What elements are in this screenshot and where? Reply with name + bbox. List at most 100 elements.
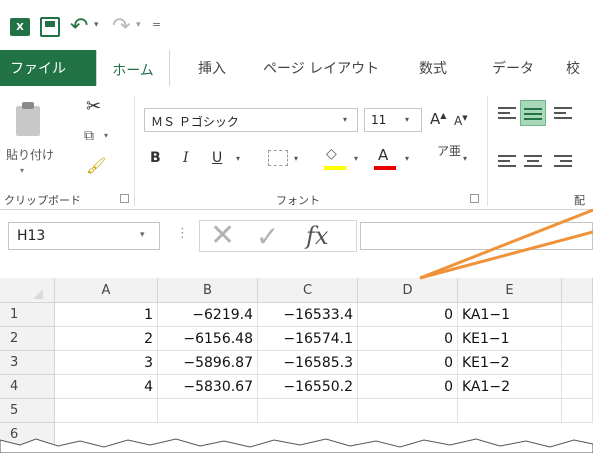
- font-size-dropdown-icon[interactable]: ▾: [405, 115, 409, 124]
- bold-button[interactable]: B: [150, 150, 161, 166]
- table-cell[interactable]: −5896.87: [158, 351, 258, 375]
- table-cell[interactable]: 3: [55, 351, 158, 375]
- tab-home[interactable]: ホーム: [96, 50, 170, 90]
- cancel-entry-icon[interactable]: ✕: [210, 218, 235, 253]
- tab-file[interactable]: ファイル: [10, 50, 66, 86]
- row-header-5[interactable]: 5: [0, 399, 55, 423]
- table-cell[interactable]: [358, 399, 458, 423]
- borders-icon[interactable]: [268, 150, 288, 166]
- confirm-entry-icon[interactable]: ✓: [256, 220, 279, 253]
- redo-dropdown-icon[interactable]: ▾: [136, 20, 141, 30]
- font-color-dropdown-icon[interactable]: ▾: [405, 154, 409, 163]
- table-cell[interactable]: [562, 303, 593, 327]
- copy-dropdown-icon[interactable]: ▾: [104, 131, 108, 140]
- fill-color-dropdown-icon[interactable]: ▾: [354, 154, 358, 163]
- table-cell[interactable]: [562, 351, 593, 375]
- insert-function-icon[interactable]: fx: [306, 222, 328, 250]
- row-header-4[interactable]: 4: [0, 375, 55, 399]
- name-box[interactable]: H13: [8, 222, 160, 250]
- column-header-b[interactable]: B: [158, 278, 258, 303]
- formula-bar-grip-icon[interactable]: ⋮: [176, 226, 189, 241]
- font-color-icon[interactable]: A: [378, 146, 388, 164]
- borders-dropdown-icon[interactable]: ▾: [294, 154, 298, 163]
- align-right-icon[interactable]: [554, 152, 572, 170]
- table-cell[interactable]: −6156.48: [158, 327, 258, 351]
- row-header-2[interactable]: 2: [0, 327, 55, 351]
- table-cell[interactable]: 1: [55, 303, 158, 327]
- table-cell[interactable]: KE1−1: [458, 327, 562, 351]
- table-cell[interactable]: −16574.1: [258, 327, 358, 351]
- column-header-e[interactable]: E: [458, 278, 562, 303]
- table-cell[interactable]: [158, 399, 258, 423]
- align-center-icon[interactable]: [524, 152, 542, 170]
- font-name-dropdown-icon[interactable]: ▾: [343, 115, 347, 124]
- font-name-select[interactable]: ＭＳ Ｐゴシック: [144, 108, 358, 132]
- table-cell[interactable]: −6219.4: [158, 303, 258, 327]
- name-box-dropdown-icon[interactable]: ▾: [140, 230, 145, 240]
- table-cell[interactable]: −16533.4: [258, 303, 358, 327]
- column-header-d[interactable]: D: [358, 278, 458, 303]
- font-size-select[interactable]: 11: [364, 108, 422, 132]
- table-cell[interactable]: KA1−2: [458, 375, 562, 399]
- cut-icon[interactable]: ✂: [86, 96, 101, 117]
- customize-qat-icon[interactable]: =: [152, 18, 161, 31]
- clipboard-clip-icon: [22, 102, 34, 109]
- paste-dropdown-icon[interactable]: ▾: [20, 166, 24, 175]
- align-bottom-icon[interactable]: [554, 104, 572, 120]
- clipboard-launcher-icon[interactable]: [120, 194, 129, 203]
- fill-color-swatch: [324, 166, 346, 170]
- format-painter-icon[interactable]: 🖌: [86, 156, 106, 175]
- group-label-font: フォント: [276, 194, 320, 207]
- shrink-font-icon[interactable]: A▼: [454, 114, 468, 128]
- table-cell[interactable]: −5830.67: [158, 375, 258, 399]
- redo-icon[interactable]: ↷: [112, 14, 130, 39]
- column-header-f[interactable]: [562, 278, 593, 303]
- column-header-c[interactable]: C: [258, 278, 358, 303]
- save-icon[interactable]: [40, 17, 60, 37]
- align-left-icon[interactable]: [498, 152, 516, 170]
- torn-paper-edge: [0, 438, 593, 453]
- tab-data[interactable]: データ: [492, 50, 534, 86]
- quick-access-toolbar: [0, 0, 593, 50]
- italic-button[interactable]: I: [183, 150, 189, 166]
- align-top-icon[interactable]: [498, 104, 516, 120]
- row-header-1[interactable]: 1: [0, 303, 55, 327]
- paste-button-label[interactable]: 貼り付け: [6, 146, 54, 163]
- table-cell[interactable]: 0: [358, 351, 458, 375]
- font-launcher-icon[interactable]: [470, 194, 479, 203]
- tab-page-layout[interactable]: ページ レイアウト: [263, 50, 379, 86]
- table-cell[interactable]: −16585.3: [258, 351, 358, 375]
- phonetic-dropdown-icon[interactable]: ▾: [463, 154, 467, 163]
- copy-icon[interactable]: ⧉: [84, 128, 94, 144]
- phonetic-guide-icon[interactable]: ア亜: [437, 145, 461, 157]
- table-cell[interactable]: [562, 399, 593, 423]
- formula-input[interactable]: [360, 222, 593, 250]
- tab-review[interactable]: 校: [566, 50, 580, 86]
- paste-icon[interactable]: [12, 100, 42, 140]
- underline-button[interactable]: U: [212, 150, 222, 166]
- table-cell[interactable]: KE1−2: [458, 351, 562, 375]
- table-cell[interactable]: −16550.2: [258, 375, 358, 399]
- grow-font-icon[interactable]: A▲: [430, 110, 446, 128]
- row-header-3[interactable]: 3: [0, 351, 55, 375]
- table-cell[interactable]: [562, 375, 593, 399]
- fill-color-icon[interactable]: ◇: [326, 146, 337, 162]
- align-middle-icon[interactable]: [520, 100, 546, 126]
- column-header-a[interactable]: A: [55, 278, 158, 303]
- select-all-corner[interactable]: [0, 278, 55, 303]
- table-cell[interactable]: 0: [358, 327, 458, 351]
- table-cell[interactable]: 4: [55, 375, 158, 399]
- table-cell[interactable]: [458, 399, 562, 423]
- table-cell[interactable]: 0: [358, 375, 458, 399]
- table-cell[interactable]: 2: [55, 327, 158, 351]
- table-cell[interactable]: [562, 327, 593, 351]
- underline-dropdown-icon[interactable]: ▾: [236, 154, 240, 163]
- table-cell[interactable]: [258, 399, 358, 423]
- table-cell[interactable]: [55, 399, 158, 423]
- table-cell[interactable]: 0: [358, 303, 458, 327]
- tab-formulas[interactable]: 数式: [419, 50, 447, 86]
- undo-dropdown-icon[interactable]: ▾: [94, 20, 99, 30]
- table-cell[interactable]: KA1−1: [458, 303, 562, 327]
- undo-icon[interactable]: ↶: [70, 14, 88, 39]
- tab-insert[interactable]: 挿入: [198, 50, 226, 86]
